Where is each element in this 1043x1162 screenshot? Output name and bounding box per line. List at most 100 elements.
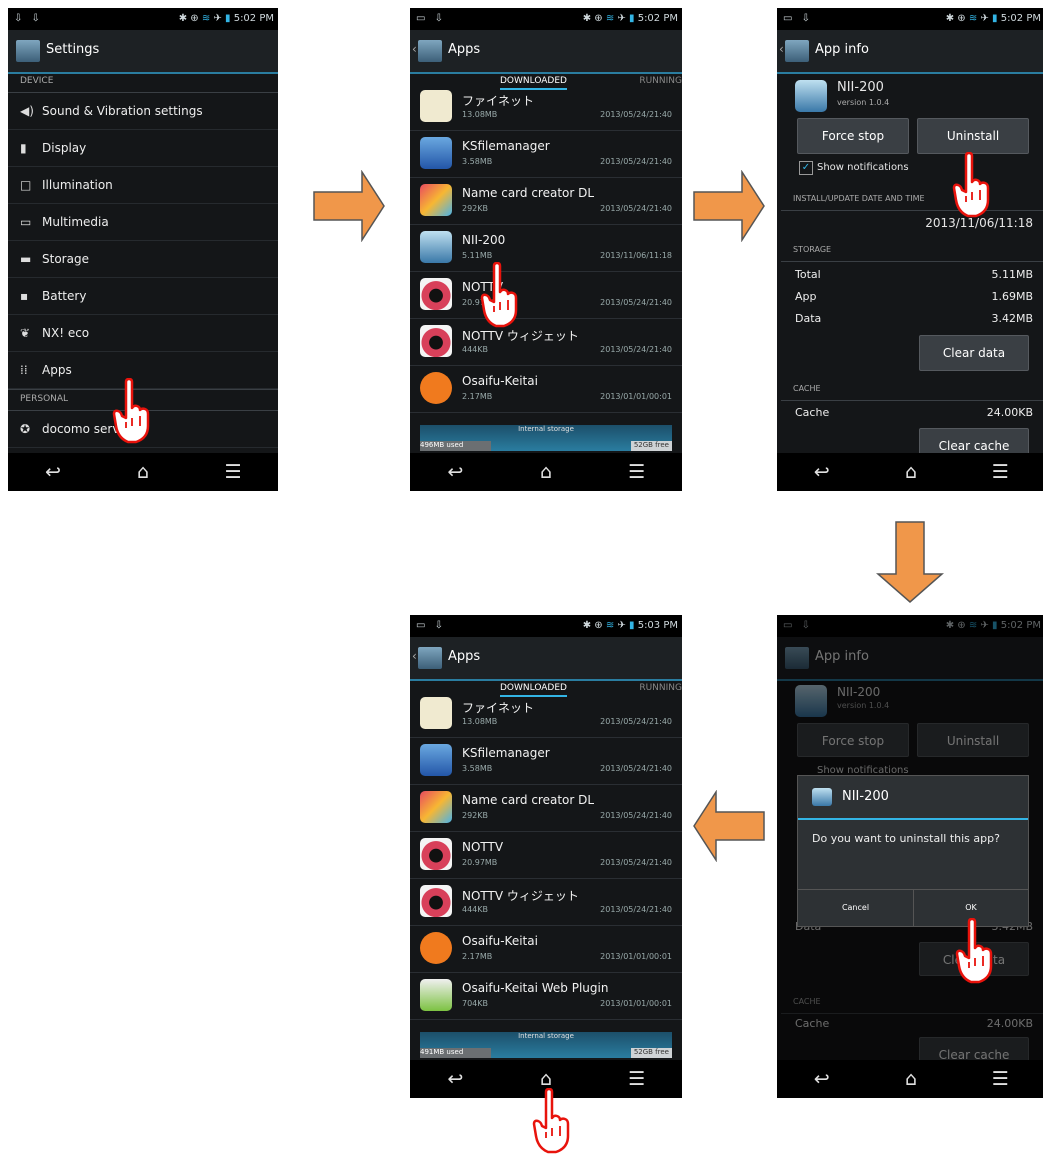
settings-item-label: Display — [42, 141, 87, 155]
home-button[interactable]: ⌂ — [891, 1060, 931, 1098]
back-button[interactable]: ↩ — [802, 453, 842, 491]
app-date: 2013/05/24/21:40 — [600, 110, 672, 119]
speaker-icon: ◀) — [20, 104, 34, 118]
app-list-item[interactable]: Osaifu-Keitai 2.17MB 2013/01/01/00:01 — [410, 926, 682, 973]
apps-icon: ⁞⁞ — [20, 363, 28, 377]
home-button[interactable]: ⌂ — [123, 453, 163, 491]
storage-data-value: 3.42MB — [991, 312, 1033, 325]
cache-label: Cache — [795, 406, 830, 419]
home-button[interactable]: ⌂ — [526, 453, 566, 491]
app-list-item[interactable]: NII-200 5.11MB 2013/11/06/11:18 — [410, 225, 682, 272]
cache-header: CACHE — [781, 380, 1043, 401]
app-name: KSfilemanager — [462, 139, 550, 153]
app-date: 2013/05/24/21:40 — [600, 204, 672, 213]
menu-button[interactable]: ☰ — [617, 453, 657, 491]
menu-button[interactable]: ☰ — [617, 1060, 657, 1098]
notification-icons: ⇩ ⇩ — [14, 13, 43, 24]
back-button[interactable]: ↩ — [435, 1060, 475, 1098]
clock: 5:03 PM — [637, 620, 678, 631]
storage-free: 52GB free — [630, 441, 672, 451]
app-size: 292KB — [462, 204, 489, 213]
app-size: 3.58MB — [462, 157, 493, 166]
app-list-item[interactable]: NOTTV 20.97MB 2013/05/24/21:40 — [410, 832, 682, 879]
app-size: 444KB — [462, 905, 489, 914]
app-list-item[interactable]: ファイネット 13.08MB 2013/05/24/21:40 — [410, 84, 682, 131]
action-bar: ‹ Apps — [410, 30, 682, 74]
settings-item-multimedia[interactable]: ▭ Multimedia — [8, 204, 278, 241]
tap-hand-icon — [532, 1087, 572, 1158]
menu-button[interactable]: ☰ — [213, 453, 253, 491]
app-name: NII-200 — [837, 80, 884, 95]
uninstall-dialog-screen: ▭ ⇩ ✱ ⊕ ≋ ✈ ▮ 5:02 PM App info NII-200 v… — [777, 615, 1043, 1098]
settings-item-nx-eco[interactable]: ❦ NX! eco — [8, 315, 278, 352]
app-size: 2.17MB — [462, 392, 493, 401]
page-title: Apps — [448, 42, 481, 57]
app-date: 2013/01/01/00:01 — [600, 392, 672, 401]
settings-item-label: NX! eco — [42, 326, 90, 340]
app-icon — [420, 372, 452, 404]
flow-arrow-right-1 — [312, 170, 386, 242]
settings-item-sound-vibration-settings[interactable]: ◀) Sound & Vibration settings — [8, 93, 278, 130]
app-size: 3.58MB — [462, 764, 493, 773]
flow-arrow-right-2 — [692, 170, 766, 242]
app-size: 2.17MB — [462, 952, 493, 961]
apps-screen-after: ▭ ⇩ ✱ ⊕ ≋ ✈ ▮ 5:03 PM ‹ Apps DOWNLOADED … — [410, 615, 682, 1098]
leaf-icon: ❦ — [20, 326, 31, 340]
up-caret-icon[interactable]: ‹ — [779, 42, 784, 56]
app-list: ファイネット 13.08MB 2013/05/24/21:40 KSfilemanag… — [410, 691, 682, 1020]
app-list-item[interactable]: NOTTV ウィジェット 444KB 2013/05/24/21:40 — [410, 319, 682, 366]
app-list-item[interactable]: KSfilemanager 3.58MB 2013/05/24/21:40 — [410, 131, 682, 178]
app-list-item[interactable]: Osaifu-Keitai 2.17MB 2013/01/01/00:01 — [410, 366, 682, 413]
section-device: DEVICE — [8, 72, 278, 93]
back-button[interactable]: ↩ — [435, 453, 475, 491]
app-icon — [420, 184, 452, 216]
back-button[interactable]: ↩ — [802, 1060, 842, 1098]
settings-item-battery[interactable]: ▪ Battery — [8, 278, 278, 315]
up-caret-icon[interactable]: ‹ — [412, 42, 417, 56]
status-bar: ▭ ⇩ ✱ ⊕ ≋ ✈ ▮ 5:02 PM — [410, 8, 682, 30]
menu-button[interactable]: ☰ — [980, 1060, 1020, 1098]
app-size: 444KB — [462, 345, 489, 354]
app-icon — [420, 885, 452, 917]
clear-data-button[interactable]: Clear data — [919, 335, 1029, 371]
menu-button[interactable]: ☰ — [980, 453, 1020, 491]
app-date: 2013/11/06/11:18 — [600, 251, 672, 260]
show-notifications-checkbox[interactable]: ✓ — [799, 161, 813, 175]
app-date: 2013/05/24/21:40 — [600, 717, 672, 726]
tap-hand-icon — [955, 917, 995, 988]
app-name: NOTTV — [462, 840, 504, 854]
storage-total-row: Total 5.11MB — [795, 268, 1033, 290]
nav-bar: ↩ ⌂ ☰ — [410, 453, 682, 491]
up-caret-icon[interactable]: ‹ — [412, 649, 417, 663]
app-size: 292KB — [462, 811, 489, 820]
app-list-item[interactable]: Name card creator DL 292KB 2013/05/24/21:4… — [410, 178, 682, 225]
app-list-item[interactable]: Name card creator DL 292KB 2013/05/24/21:4… — [410, 785, 682, 832]
settings-icon — [785, 40, 809, 62]
back-button[interactable]: ↩ — [33, 453, 73, 491]
cancel-button[interactable]: Cancel — [798, 889, 914, 926]
action-bar: Settings — [8, 30, 278, 74]
action-bar: ‹ Apps — [410, 637, 682, 681]
storage-data-row: Data 3.42MB — [795, 312, 1033, 334]
app-date: 2013/05/24/21:40 — [600, 858, 672, 867]
status-bar: ⇩ ⇩ ✱ ⊕ ≋ ✈ ▮ 5:02 PM — [8, 8, 278, 30]
app-list-item[interactable]: Osaifu-Keitai Web Plugin 704KB 2013/01/01/… — [410, 973, 682, 1020]
force-stop-button[interactable]: Force stop — [797, 118, 909, 154]
app-size: 704KB — [462, 999, 489, 1008]
app-list-item[interactable]: NOTTV ウィジェット 444KB 2013/05/24/21:40 — [410, 879, 682, 926]
settings-item-display[interactable]: ▮ Display — [8, 130, 278, 167]
settings-item-illumination[interactable]: □ Illumination — [8, 167, 278, 204]
app-list-item[interactable]: KSfilemanager 3.58MB 2013/05/24/21:40 — [410, 738, 682, 785]
app-list-item[interactable]: ファイネット 13.08MB 2013/05/24/21:40 — [410, 691, 682, 738]
settings-item-storage[interactable]: ▬ Storage — [8, 241, 278, 278]
home-button[interactable]: ⌂ — [891, 453, 931, 491]
action-bar: ‹ App info — [777, 30, 1043, 74]
app-icon — [420, 278, 452, 310]
clock: 5:02 PM — [1000, 13, 1041, 24]
app-list-item[interactable]: NOTTV 20.97MB 2013/05/24/21:40 — [410, 272, 682, 319]
app-icon — [795, 80, 827, 112]
status-bar: ▭ ⇩ ✱ ⊕ ≋ ✈ ▮ 5:03 PM — [410, 615, 682, 637]
app-date: 2013/01/01/00:01 — [600, 999, 672, 1008]
uninstall-button[interactable]: Uninstall — [917, 118, 1029, 154]
settings-icon — [418, 647, 442, 669]
